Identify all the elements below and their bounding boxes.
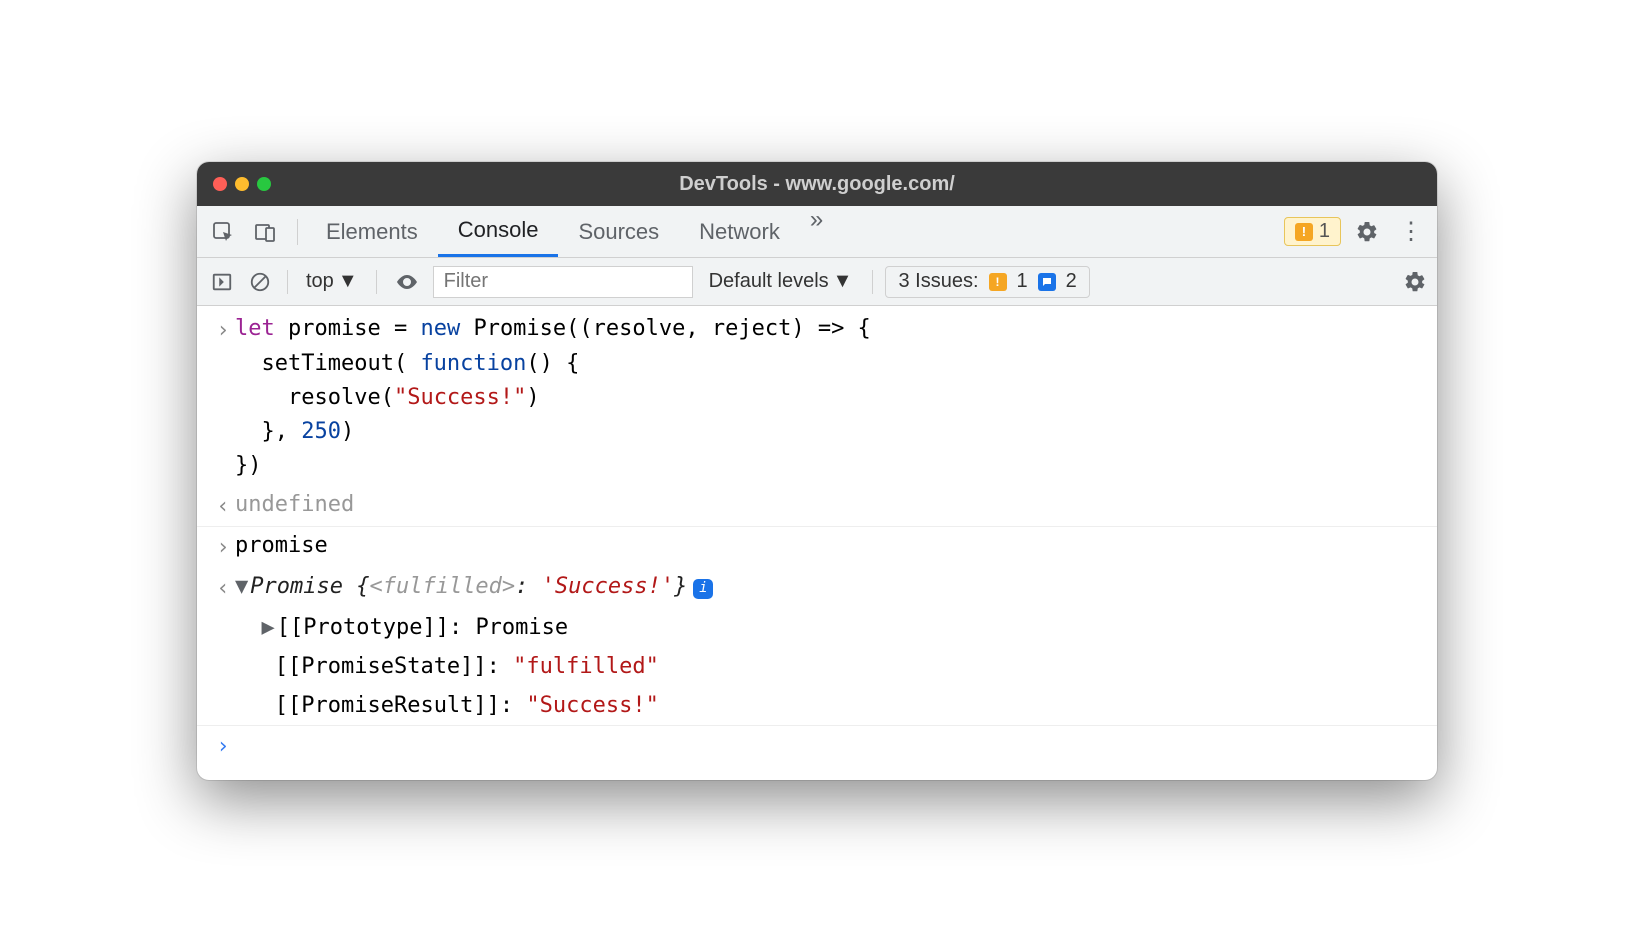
code-block: let promise = new Promise((resolve, reje… xyxy=(235,312,871,482)
console-object-row[interactable]: ‹ ▼Promise {<fulfilled>: 'Success!'}i xyxy=(197,568,1437,609)
titlebar: DevTools - www.google.com/ xyxy=(197,162,1437,206)
tab-console[interactable]: Console xyxy=(438,206,559,257)
window-title: DevTools - www.google.com/ xyxy=(679,173,955,196)
tab-sources[interactable]: Sources xyxy=(558,206,679,257)
chevron-down-icon: ▼ xyxy=(338,270,358,293)
result-undefined: undefined xyxy=(235,488,354,524)
toggle-sidebar-icon[interactable] xyxy=(207,267,237,297)
warnings-count: 1 xyxy=(1319,220,1330,243)
tabs: Elements Console Sources Network » xyxy=(306,206,833,257)
object-summary: ▼Promise {<fulfilled>: 'Success!'}i xyxy=(235,570,713,606)
console-input-row[interactable]: › let promise = new Promise((resolve, re… xyxy=(197,310,1437,485)
info-icon[interactable]: i xyxy=(693,579,713,599)
more-tabs-button[interactable]: » xyxy=(800,206,833,257)
issues-warn-count: 1 xyxy=(1017,270,1028,293)
prompt-marker-icon: › xyxy=(211,728,235,764)
issues-button[interactable]: 3 Issues: ! 1 2 xyxy=(885,266,1089,298)
console-input-row[interactable]: › promise xyxy=(197,527,1437,568)
console-result-row: ‹ undefined xyxy=(197,486,1437,527)
separator xyxy=(376,270,377,294)
input-marker-icon: › xyxy=(211,312,235,482)
more-options-icon[interactable]: ⋮ xyxy=(1393,217,1429,246)
issues-label: 3 Issues: xyxy=(898,270,978,293)
console-prompt-row[interactable]: › xyxy=(197,726,1437,767)
devtools-window: DevTools - www.google.com/ Elements Cons… xyxy=(197,162,1437,779)
issues-info-count: 2 xyxy=(1066,270,1077,293)
settings-icon[interactable] xyxy=(1355,220,1379,244)
warnings-badge[interactable]: ! 1 xyxy=(1284,217,1341,246)
separator xyxy=(297,219,298,245)
filter-input[interactable] xyxy=(433,266,693,298)
log-levels-selector[interactable]: Default levels ▼ xyxy=(701,270,861,293)
disclosure-triangle-open-icon[interactable]: ▼ xyxy=(235,570,248,604)
warning-icon: ! xyxy=(1295,223,1313,241)
output-marker-icon: ‹ xyxy=(211,570,235,606)
device-toolbar-icon[interactable] xyxy=(247,214,283,250)
tab-network[interactable]: Network xyxy=(679,206,800,257)
minimize-window-button[interactable] xyxy=(235,177,249,191)
separator xyxy=(872,270,873,294)
console-output: › let promise = new Promise((resolve, re… xyxy=(197,306,1437,779)
context-selector[interactable]: top ▼ xyxy=(300,270,364,293)
live-expression-icon[interactable] xyxy=(389,270,425,294)
object-property-row: [[PromiseState]]: "fulfilled" xyxy=(197,648,1437,687)
disclosure-triangle-closed-icon[interactable]: ▶ xyxy=(262,611,275,645)
code-input: promise xyxy=(235,529,328,565)
object-property-row[interactable]: ▶[[Prototype]]: Promise xyxy=(197,609,1437,648)
levels-label: Default levels xyxy=(709,270,829,293)
info-icon xyxy=(1038,273,1056,291)
traffic-lights xyxy=(213,177,271,191)
inspect-element-icon[interactable] xyxy=(205,214,241,250)
input-marker-icon: › xyxy=(211,529,235,565)
clear-console-icon[interactable] xyxy=(245,267,275,297)
zoom-window-button[interactable] xyxy=(257,177,271,191)
console-toolbar: top ▼ Default levels ▼ 3 Issues: ! 1 2 xyxy=(197,258,1437,306)
devtools-tabbar: Elements Console Sources Network » ! 1 ⋮ xyxy=(197,206,1437,258)
close-window-button[interactable] xyxy=(213,177,227,191)
context-label: top xyxy=(306,270,334,293)
tab-elements[interactable]: Elements xyxy=(306,206,438,257)
console-settings-icon[interactable] xyxy=(1403,270,1427,294)
separator xyxy=(287,270,288,294)
chevron-down-icon: ▼ xyxy=(833,270,853,293)
object-property-row: [[PromiseResult]]: "Success!" xyxy=(197,687,1437,726)
output-marker-icon: ‹ xyxy=(211,488,235,524)
warning-icon: ! xyxy=(989,273,1007,291)
